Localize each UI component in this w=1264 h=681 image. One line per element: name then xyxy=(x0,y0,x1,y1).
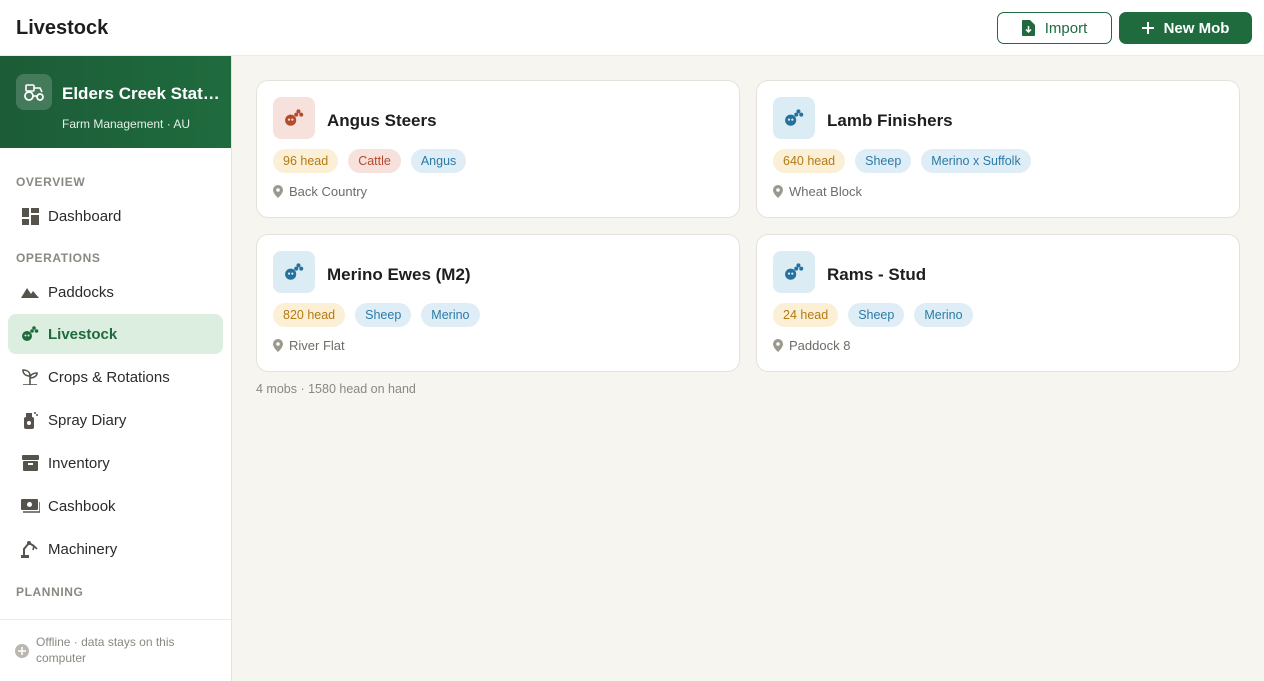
cattle-icon xyxy=(273,97,315,139)
mob-location: River Flat xyxy=(273,338,345,353)
mob-tags: 640 head Sheep Merino x Suffolk xyxy=(773,149,1031,173)
section-planning: PLANNING xyxy=(16,585,84,599)
sidebar-item-spray-diary[interactable]: Spray Diary xyxy=(8,400,223,440)
spray-icon xyxy=(20,410,40,430)
sidebar: Elders Creek Station Farm Management · A… xyxy=(0,56,232,681)
sheep-icon xyxy=(273,251,315,293)
mountain-icon xyxy=(20,282,40,302)
cash-icon xyxy=(20,496,40,516)
sidebar-item-label: Cashbook xyxy=(48,497,116,515)
sidebar-item-label: Dashboard xyxy=(48,207,122,225)
mob-summary: 4 mobs · 1580 head on hand xyxy=(256,382,416,396)
main-content: Angus Steers 96 head Cattle Angus Back C… xyxy=(232,56,1264,681)
location-label: Paddock 8 xyxy=(789,338,851,353)
sheep-icon xyxy=(773,251,815,293)
breed-badge: Merino x Suffolk xyxy=(921,149,1031,173)
mob-card[interactable]: Rams - Stud 24 head Sheep Merino Paddock… xyxy=(756,234,1240,372)
sidebar-item-crops[interactable]: Crops & Rotations xyxy=(8,357,223,397)
sidebar-item-cashbook[interactable]: Cashbook xyxy=(8,486,223,526)
seedling-icon xyxy=(20,367,40,387)
sheep-icon xyxy=(773,97,815,139)
offline-status-text: Offline · data stays on this computer xyxy=(36,635,175,665)
new-mob-button[interactable]: New Mob xyxy=(1119,12,1252,44)
offline-icon xyxy=(15,644,29,658)
file-import-icon xyxy=(1021,20,1035,36)
plus-icon xyxy=(1141,22,1154,34)
top-bar: Livestock Import New Mob xyxy=(0,0,1264,56)
dashboard-icon xyxy=(20,206,40,226)
breed-badge: Angus xyxy=(410,149,467,173)
head-count-badge: 640 head xyxy=(773,149,846,173)
section-overview: OVERVIEW xyxy=(16,175,86,189)
mob-card[interactable]: Merino Ewes (M2) 820 head Sheep Merino R… xyxy=(256,234,740,372)
import-button[interactable]: Import xyxy=(997,12,1112,44)
species-badge: Sheep xyxy=(855,149,912,173)
sidebar-item-label: Inventory xyxy=(48,454,110,472)
farm-name: Elders Creek Station xyxy=(62,84,222,103)
mob-card[interactable]: Lamb Finishers 640 head Sheep Merino x S… xyxy=(756,80,1240,218)
sidebar-item-paddocks[interactable]: Paddocks xyxy=(8,272,223,312)
offline-status: Offline · data stays on this computer xyxy=(0,619,231,681)
map-pin-icon xyxy=(273,339,283,352)
mob-location: Wheat Block xyxy=(773,184,862,199)
head-count-badge: 96 head xyxy=(273,149,339,173)
sidebar-item-label: Machinery xyxy=(48,540,118,558)
livestock-icon xyxy=(20,324,40,344)
robot-arm-icon xyxy=(20,539,40,559)
location-label: River Flat xyxy=(289,338,345,353)
mob-name: Angus Steers xyxy=(327,111,437,130)
location-label: Wheat Block xyxy=(789,184,862,199)
mob-card[interactable]: Angus Steers 96 head Cattle Angus Back C… xyxy=(256,80,740,218)
mob-location: Back Country xyxy=(273,184,367,199)
tractor-icon xyxy=(16,74,52,110)
mob-tags: 820 head Sheep Merino xyxy=(273,303,480,327)
mob-name: Lamb Finishers xyxy=(827,111,953,130)
species-badge: Sheep xyxy=(848,303,905,327)
new-mob-label: New Mob xyxy=(1163,19,1230,37)
breed-badge: Merino xyxy=(421,303,480,327)
archive-box-icon xyxy=(20,453,40,473)
head-count-badge: 820 head xyxy=(273,303,346,327)
sidebar-item-livestock[interactable]: Livestock xyxy=(8,314,223,354)
sidebar-item-inventory[interactable]: Inventory xyxy=(8,443,223,483)
farm-subtitle: Farm Management · AU xyxy=(62,117,191,131)
sidebar-item-dashboard[interactable]: Dashboard xyxy=(8,196,223,236)
head-count-badge: 24 head xyxy=(773,303,839,327)
map-pin-icon xyxy=(273,185,283,198)
map-pin-icon xyxy=(773,185,783,198)
sidebar-item-label: Paddocks xyxy=(48,283,114,301)
section-operations: OPERATIONS xyxy=(16,251,101,265)
mob-name: Rams - Stud xyxy=(827,265,927,284)
sidebar-item-machinery[interactable]: Machinery xyxy=(8,529,223,569)
species-badge: Sheep xyxy=(355,303,412,327)
farm-header[interactable]: Elders Creek Station Farm Management · A… xyxy=(0,56,231,148)
mob-tags: 24 head Sheep Merino xyxy=(773,303,973,327)
mob-tags: 96 head Cattle Angus xyxy=(273,149,467,173)
sidebar-item-label: Spray Diary xyxy=(48,411,127,429)
mob-location: Paddock 8 xyxy=(773,338,850,353)
breed-badge: Merino xyxy=(914,303,973,327)
map-pin-icon xyxy=(773,339,783,352)
sidebar-item-label: Livestock xyxy=(48,325,118,343)
species-badge: Cattle xyxy=(348,149,401,173)
sidebar-item-label: Crops & Rotations xyxy=(48,368,170,386)
location-label: Back Country xyxy=(289,184,368,199)
import-label: Import xyxy=(1044,19,1088,37)
page-title: Livestock xyxy=(16,17,109,39)
mob-name: Merino Ewes (M2) xyxy=(327,265,471,284)
